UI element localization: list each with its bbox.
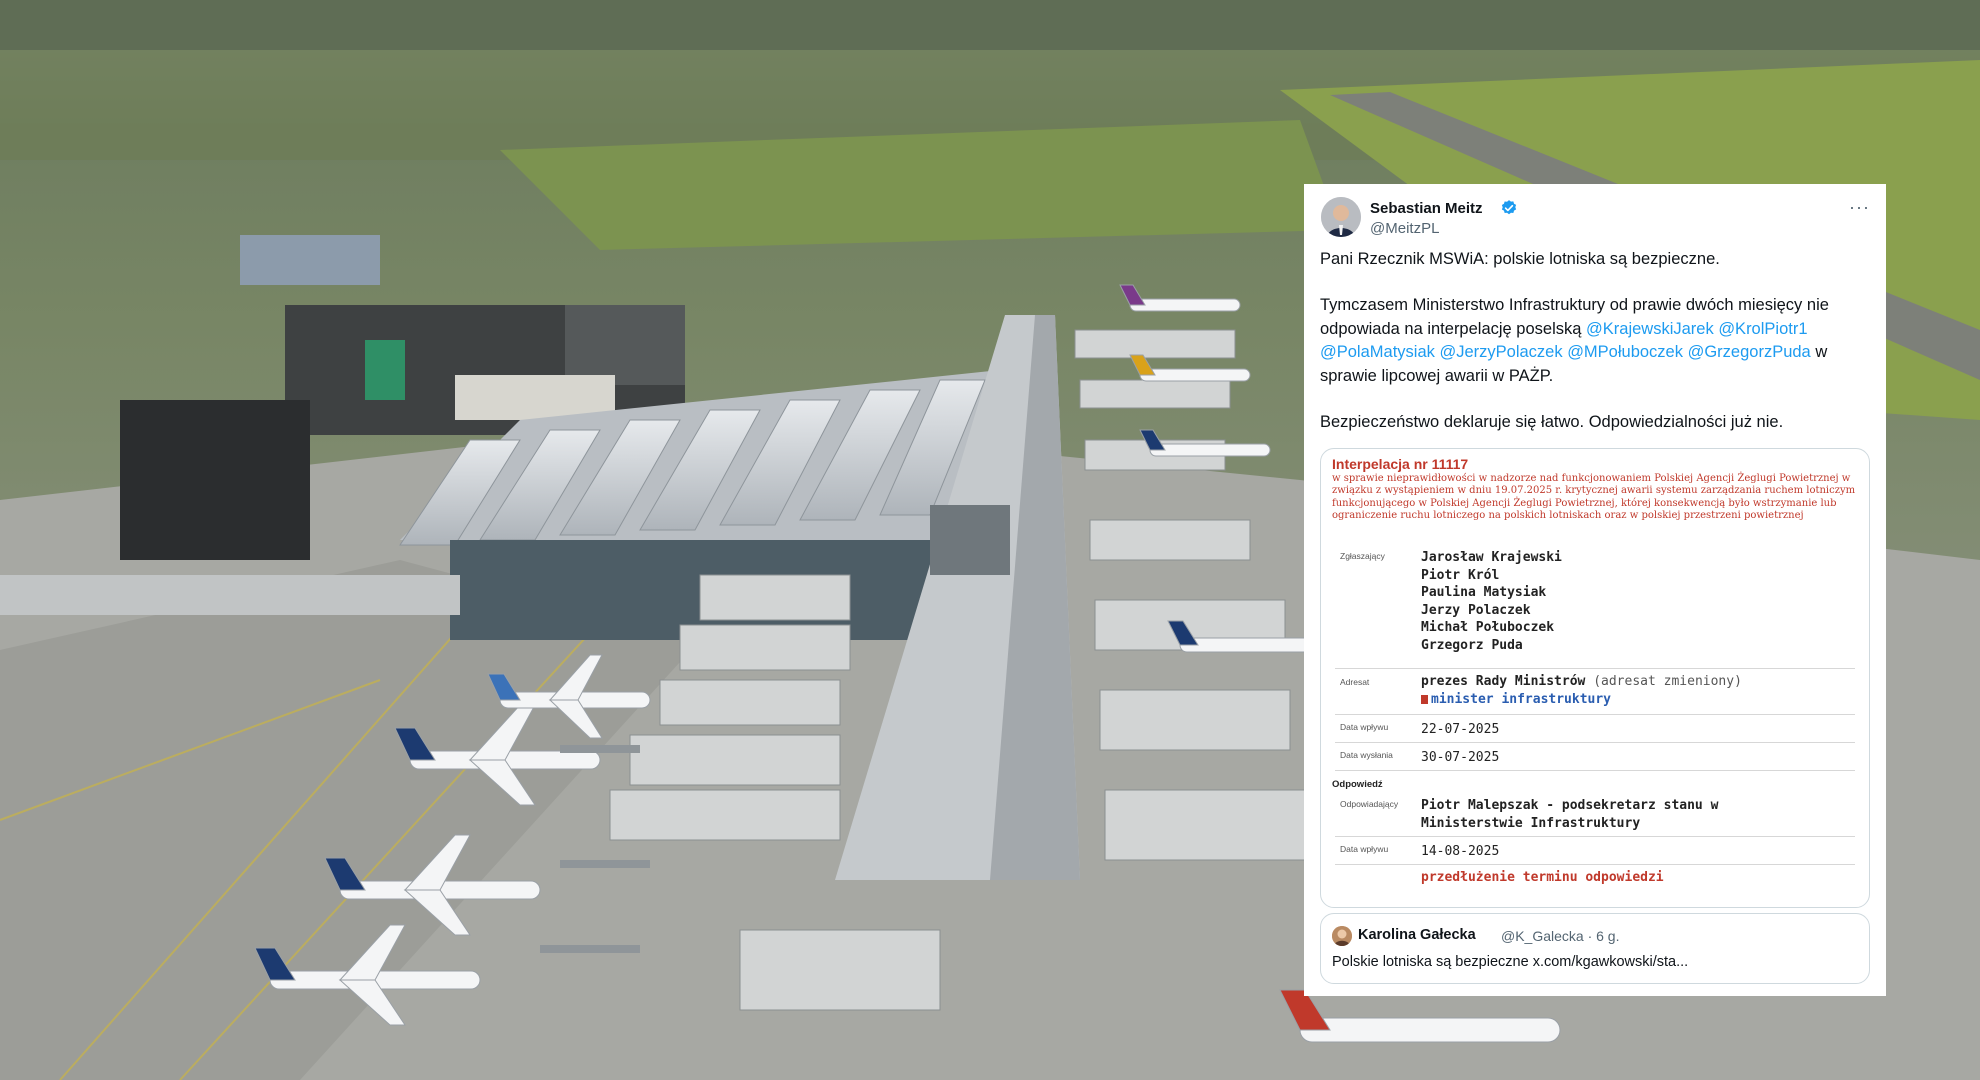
mention-link[interactable]: @MPołuboczek <box>1567 343 1683 361</box>
author-avatar[interactable] <box>1321 197 1361 237</box>
answer-received-row: Data wpływu 14-08-2025 <box>1335 839 1855 865</box>
attached-document-image[interactable]: Interpelacja nr 11117 w sprawie nieprawi… <box>1320 448 1870 908</box>
tweet-paragraph-1: Pani Rzecznik MSWiA: polskie lotniska są… <box>1320 250 1720 268</box>
received-label: Data wpływu <box>1340 722 1389 732</box>
more-options-icon[interactable]: ··· <box>1849 197 1870 218</box>
mention-link[interactable]: @PolaMatysiak <box>1320 343 1435 361</box>
tweet-header: Sebastian Meitz @MeitzPL ··· <box>1321 197 1872 241</box>
sent-date: 30-07-2025 <box>1421 750 1500 765</box>
submitters-label: Zgłaszający <box>1340 551 1385 561</box>
mention-link[interactable]: @GrzegorzPuda <box>1688 343 1811 361</box>
quoted-author-meta[interactable]: @K_Galecka · 6 g. <box>1501 928 1620 944</box>
quoted-tweet-text: Polskie lotniska są bezpieczne x.com/kga… <box>1332 954 1689 970</box>
addressee-new-link[interactable]: minister infrastruktury <box>1431 692 1611 707</box>
document-title: Interpelacja nr 11117 <box>1332 456 1469 472</box>
addressee-value: prezes Rady Ministrów (adresat zmieniony… <box>1421 673 1742 708</box>
addressee-row: Adresat prezes Rady Ministrów (adresat z… <box>1335 671 1855 715</box>
quoted-author-name[interactable]: Karolina Gałecka <box>1358 927 1476 943</box>
quoted-author-avatar[interactable] <box>1332 926 1352 946</box>
mention-link[interactable]: @KrajewskiJarek <box>1586 320 1714 338</box>
submitter-name: Jarosław Krajewski <box>1421 550 1562 565</box>
tweet-paragraph-3: Bezpieczeństwo deklaruje się łatwo. Odpo… <box>1320 413 1784 432</box>
author-handle[interactable]: @MeitzPL <box>1370 220 1439 237</box>
quoted-tweet[interactable]: Karolina Gałecka @K_Galecka · 6 g. Polsk… <box>1320 913 1870 984</box>
mention-link[interactable]: @KrolPiotr1 <box>1718 320 1807 338</box>
sent-row: Data wysłania 30-07-2025 <box>1335 745 1855 771</box>
verified-badge-icon <box>1501 200 1517 215</box>
extension-row: przedłużenie terminu odpowiedzi <box>1335 867 1855 891</box>
submitter-name: Piotr Król <box>1421 567 1500 583</box>
addressee-name: prezes Rady Ministrów <box>1421 674 1586 689</box>
tweet-text: Pani Rzecznik MSWiA: polskie lotniska są… <box>1320 248 1876 434</box>
responder-line: Piotr Malepszak - podsekretarz stanu w <box>1421 798 1719 813</box>
mention-link[interactable]: @JerzyPolaczek <box>1439 343 1562 361</box>
submitters-list: Jarosław Krajewski Piotr Król Paulina Ma… <box>1421 549 1562 655</box>
received-date: 22-07-2025 <box>1421 722 1500 737</box>
received-row: Data wpływu 22-07-2025 <box>1335 717 1855 743</box>
submitter-name: Grzegorz Puda <box>1421 637 1523 653</box>
addressee-label: Adresat <box>1340 677 1370 687</box>
extension-link[interactable]: przedłużenie terminu odpowiedzi <box>1421 870 1664 885</box>
responder-label: Odpowiadający <box>1340 799 1399 809</box>
sent-label: Data wysłania <box>1340 750 1393 760</box>
responder-line: Ministerstwie Infrastruktury <box>1421 815 1641 831</box>
tweet-paragraph-2: Tymczasem Ministerstwo Infrastruktury od… <box>1320 294 1876 388</box>
answer-received-date: 14-08-2025 <box>1421 844 1500 859</box>
responder-row: Odpowiadający Piotr Malepszak - podsekre… <box>1335 793 1855 837</box>
author-name[interactable]: Sebastian Meitz <box>1370 200 1483 217</box>
tweet-card[interactable]: Sebastian Meitz @MeitzPL ··· Pani Rzeczn… <box>1304 184 1886 996</box>
document-description: w sprawie nieprawidłowości w nadzorze na… <box>1332 473 1856 522</box>
submitters-row: Zgłaszający Jarosław Krajewski Piotr Kró… <box>1335 547 1855 669</box>
addressee-note: (adresat zmieniony) <box>1593 674 1742 689</box>
submitter-name: Michał Połuboczek <box>1421 620 1555 636</box>
responder-value: Piotr Malepszak - podsekretarz stanu w M… <box>1421 797 1718 832</box>
document-link-icon <box>1421 694 1428 704</box>
submitter-name: Jerzy Polaczek <box>1421 602 1531 618</box>
answer-received-label: Data wpływu <box>1340 844 1389 854</box>
submitter-name: Paulina Matysiak <box>1421 585 1547 601</box>
answer-section-heading: Odpowiedź <box>1332 779 1383 790</box>
